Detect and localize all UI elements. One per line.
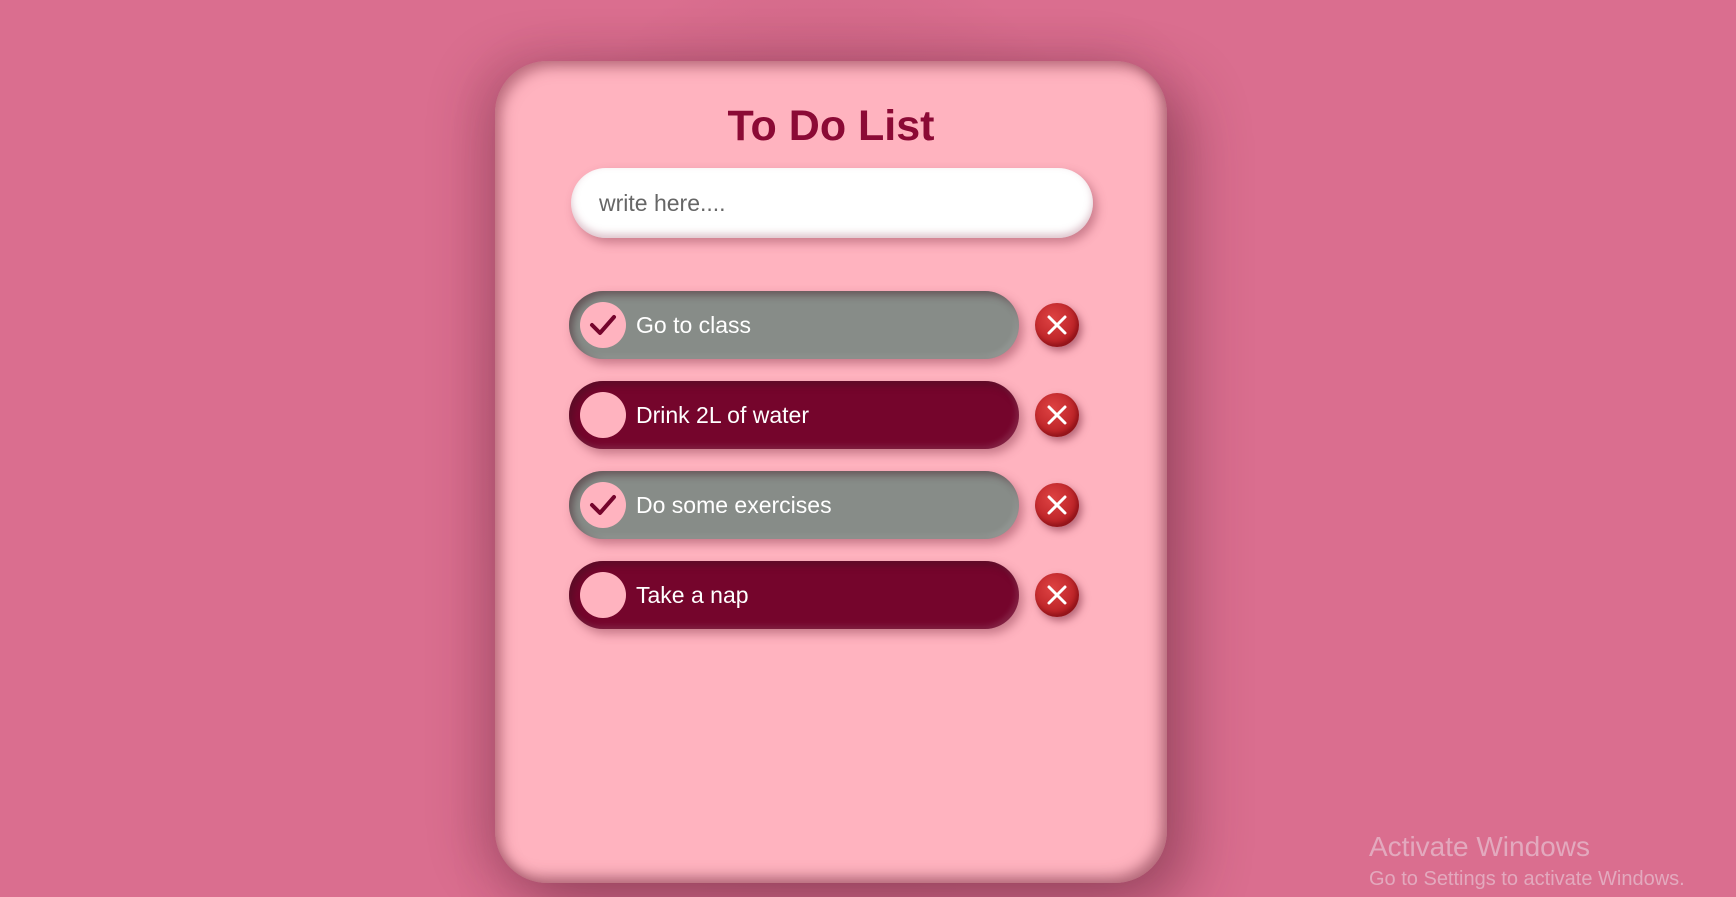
task-label: Go to class	[636, 312, 752, 338]
todo-card: To Do List Go to class Dr	[495, 61, 1167, 883]
delete-task-button[interactable]	[1035, 573, 1079, 617]
delete-task-button[interactable]	[1035, 483, 1079, 527]
task-item: Drink 2L of water	[569, 381, 1129, 449]
task-label: Take a nap	[636, 582, 749, 608]
task-input[interactable]	[571, 168, 1093, 238]
task-list: Go to class Drink 2L of water Do some ex…	[569, 291, 1129, 651]
close-icon	[1047, 315, 1067, 335]
close-icon	[1047, 405, 1067, 425]
task-checkbox[interactable]	[580, 302, 626, 348]
close-icon	[1047, 585, 1067, 605]
checkmark-icon	[590, 315, 616, 335]
watermark-title: Activate Windows	[1369, 831, 1590, 862]
windows-activation-watermark: Activate Windows Go to Settings to activ…	[1369, 830, 1685, 892]
task-item: Take a nap	[569, 561, 1129, 629]
close-icon	[1047, 495, 1067, 515]
task-label: Do some exercises	[636, 492, 832, 518]
task-checkbox[interactable]	[580, 572, 626, 618]
task-label: Drink 2L of water	[636, 402, 809, 428]
task-checkbox[interactable]	[580, 482, 626, 528]
task-item: Do some exercises	[569, 471, 1129, 539]
checkmark-icon	[590, 495, 616, 515]
page-title: To Do List	[727, 102, 935, 150]
task-pill[interactable]: Drink 2L of water	[569, 381, 1019, 449]
delete-task-button[interactable]	[1035, 303, 1079, 347]
task-pill[interactable]: Take a nap	[569, 561, 1019, 629]
task-item: Go to class	[569, 291, 1129, 359]
task-pill[interactable]: Do some exercises	[569, 471, 1019, 539]
task-pill[interactable]: Go to class	[569, 291, 1019, 359]
task-checkbox[interactable]	[580, 392, 626, 438]
task-input-container	[571, 168, 1093, 238]
watermark-subtitle: Go to Settings to activate Windows.	[1369, 868, 1685, 890]
delete-task-button[interactable]	[1035, 393, 1079, 437]
